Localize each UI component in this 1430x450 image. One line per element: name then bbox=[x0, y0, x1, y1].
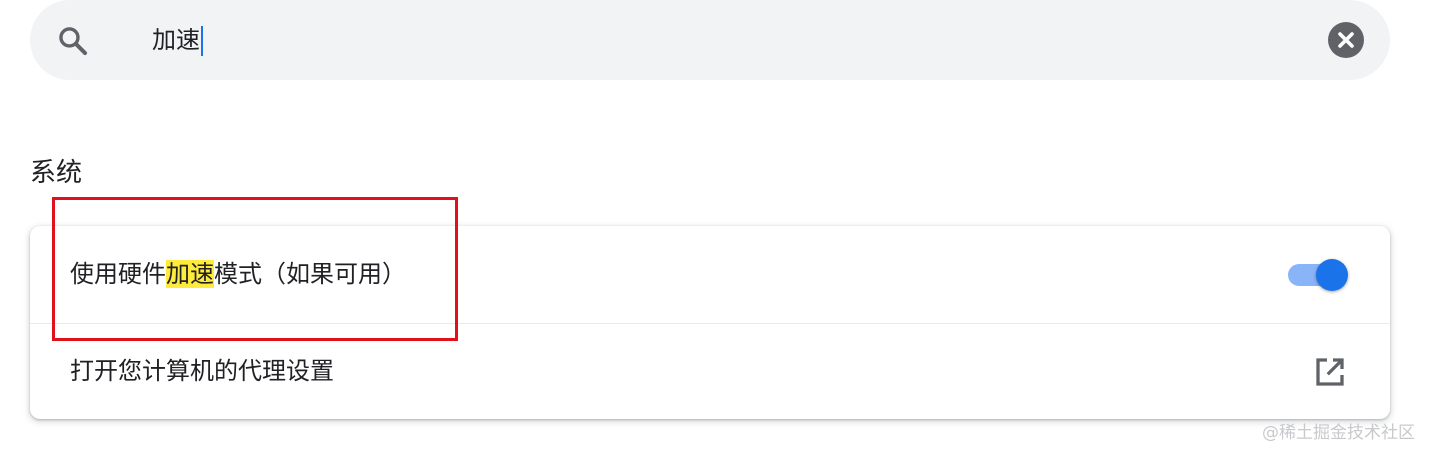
open-external-icon[interactable] bbox=[1312, 354, 1348, 390]
search-bar[interactable]: 加速 bbox=[30, 0, 1390, 80]
watermark: @稀土掘金技术社区 bbox=[1262, 423, 1415, 443]
search-query: 加速 bbox=[152, 26, 200, 54]
annotation-highlight-box bbox=[52, 197, 458, 341]
toggle-knob bbox=[1316, 259, 1348, 291]
clear-icon bbox=[1338, 32, 1354, 48]
search-input[interactable]: 加速 bbox=[152, 22, 203, 58]
clear-search-button[interactable] bbox=[1328, 22, 1364, 58]
text-caret bbox=[201, 26, 203, 56]
search-icon bbox=[59, 27, 88, 56]
section-title: 系统 bbox=[30, 158, 83, 188]
proxy-settings-label: 打开您计算机的代理设置 bbox=[70, 357, 334, 385]
hardware-acceleration-toggle[interactable] bbox=[1288, 259, 1350, 291]
